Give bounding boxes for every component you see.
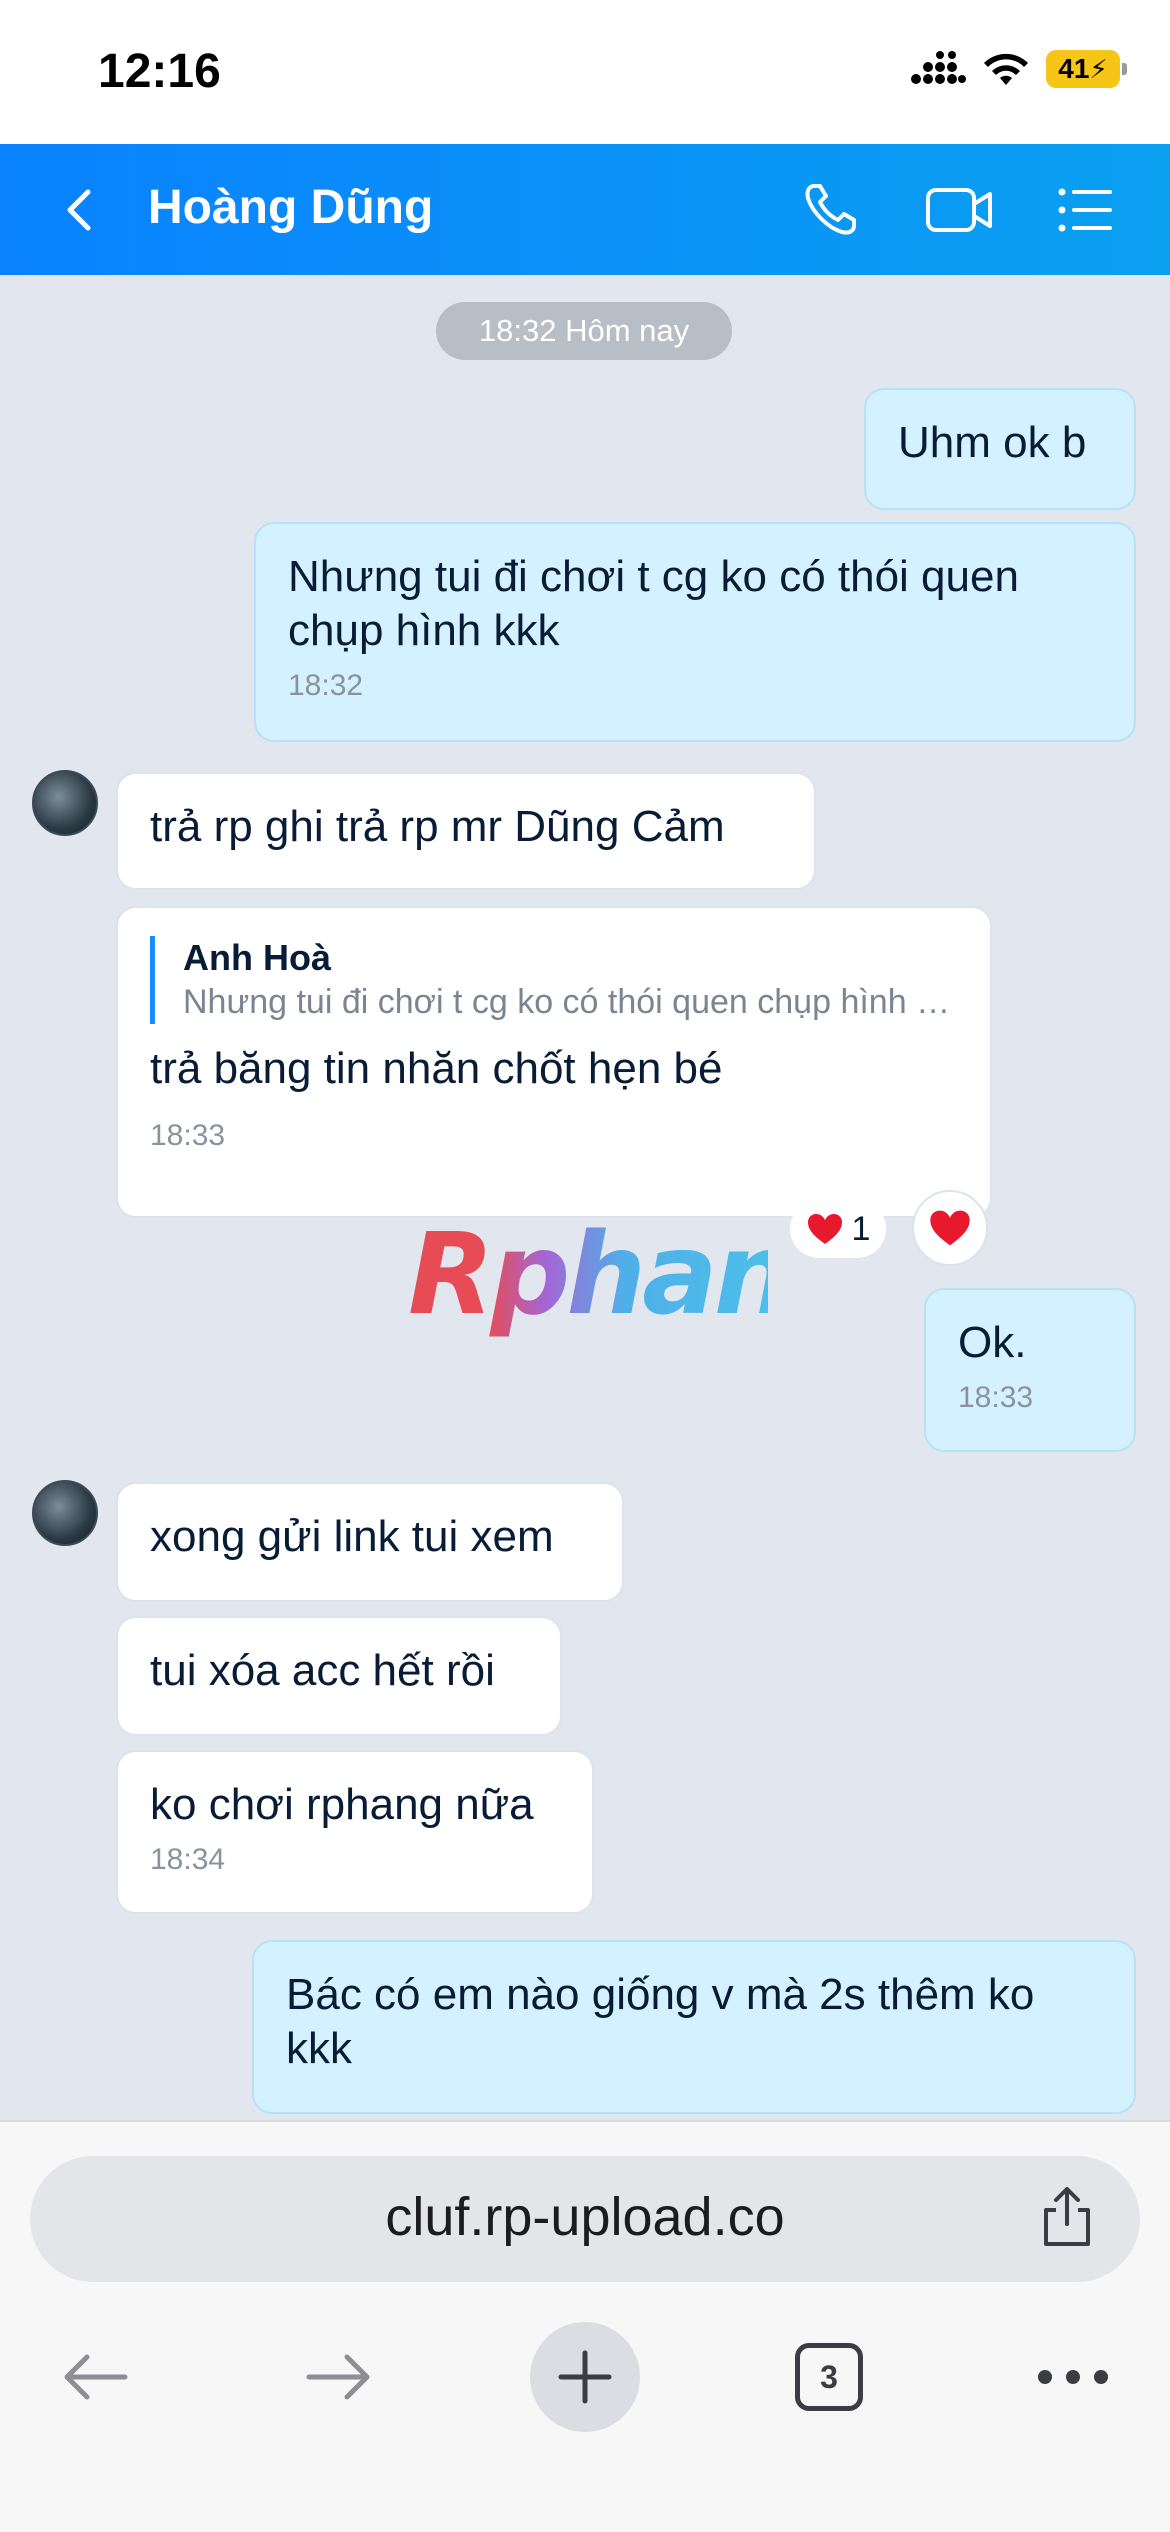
- message-bubble-incoming-reply[interactable]: Anh Hoà Nhưng tui đi chơi t cg ko có thó…: [116, 906, 992, 1218]
- message-bubble-outgoing[interactable]: Bác có em nào giống v mà 2s thêm ko kkk: [252, 1940, 1136, 2114]
- chat-header: Hoàng Dũng: [0, 144, 1170, 275]
- battery-level: 41: [1058, 53, 1090, 84]
- status-bar: 12:16 41 ⚡: [0, 0, 1170, 144]
- message-bubble-outgoing[interactable]: Ok. 18:33: [924, 1288, 1136, 1452]
- message-text: Ok.: [958, 1318, 1027, 1367]
- message-bubble-incoming[interactable]: tui xóa acc hết rồi: [116, 1616, 562, 1736]
- heart-icon: [930, 1210, 970, 1246]
- message-bubble-outgoing[interactable]: Uhm ok b: [864, 388, 1136, 510]
- video-call-icon[interactable]: [924, 180, 996, 240]
- react-button[interactable]: [912, 1190, 988, 1266]
- more-icon[interactable]: [1018, 2322, 1128, 2432]
- quote-text: Nhưng tui đi chơi t cg ko có thói quen c…: [183, 983, 953, 1021]
- message-text: tui xóa acc hết rồi: [150, 1646, 495, 1695]
- avatar[interactable]: [32, 770, 98, 836]
- message-time: 18:34: [150, 1843, 226, 1876]
- message-bubble-incoming[interactable]: ko chơi rphang nữa 18:34: [116, 1750, 594, 1914]
- message-text: trả băng tin nhăn chốt hẹn bé: [150, 1044, 723, 1093]
- battery-icon: 41 ⚡: [1046, 50, 1127, 88]
- menu-list-icon[interactable]: [1056, 180, 1116, 240]
- message-text: Nhưng tui đi chơi t cg ko có thói quen c…: [288, 552, 1019, 655]
- status-icons: 41 ⚡: [910, 50, 1127, 88]
- message-bubble-outgoing[interactable]: Nhưng tui đi chơi t cg ko có thói quen c…: [254, 522, 1136, 742]
- back-arrow-icon[interactable]: [40, 2322, 150, 2432]
- back-icon[interactable]: [58, 188, 102, 232]
- message-text: trả rp ghi trả rp mr Dũng Cảm: [150, 802, 725, 851]
- watermark-logo: Rphang: [408, 1210, 870, 1340]
- message-time: 18:32: [288, 669, 364, 702]
- quote-author: Anh Hoà: [183, 937, 331, 978]
- signal-icon: [911, 51, 966, 84]
- phone-icon[interactable]: [800, 180, 860, 240]
- date-separator: 18:32 Hôm nay: [436, 302, 732, 360]
- message-text: Bác có em nào giống v mà 2s thêm ko kkk: [286, 1970, 1035, 2073]
- new-tab-plus-icon[interactable]: [530, 2322, 640, 2432]
- message-time: 18:33: [958, 1381, 1034, 1414]
- contact-name[interactable]: Hoàng Dũng: [148, 180, 433, 235]
- message-text: Uhm ok b: [898, 418, 1087, 467]
- charging-bolt-icon: ⚡: [1089, 53, 1108, 84]
- message-bubble-incoming[interactable]: xong gửi link tui xem: [116, 1482, 624, 1602]
- tabs-icon[interactable]: 3: [774, 2322, 884, 2432]
- message-text: ko chơi rphang nữa: [150, 1780, 534, 1829]
- tab-count: 3: [795, 2343, 863, 2411]
- status-time: 12:16: [98, 45, 221, 98]
- browser-toolbar: cluf.rp-upload.co 3: [0, 2120, 1170, 2532]
- forward-arrow-icon[interactable]: [284, 2322, 394, 2432]
- message-text: xong gửi link tui xem: [150, 1512, 554, 1561]
- url-text[interactable]: cluf.rp-upload.co: [30, 2186, 1140, 2248]
- reply-quote[interactable]: Anh Hoà Nhưng tui đi chơi t cg ko có thó…: [150, 936, 958, 1024]
- wifi-icon: [984, 53, 1028, 85]
- share-icon[interactable]: [1034, 2184, 1100, 2250]
- address-bar[interactable]: cluf.rp-upload.co: [30, 2156, 1140, 2282]
- message-bubble-incoming[interactable]: trả rp ghi trả rp mr Dũng Cảm: [116, 772, 816, 890]
- message-time: 18:33: [150, 1119, 226, 1152]
- avatar[interactable]: [32, 1480, 98, 1546]
